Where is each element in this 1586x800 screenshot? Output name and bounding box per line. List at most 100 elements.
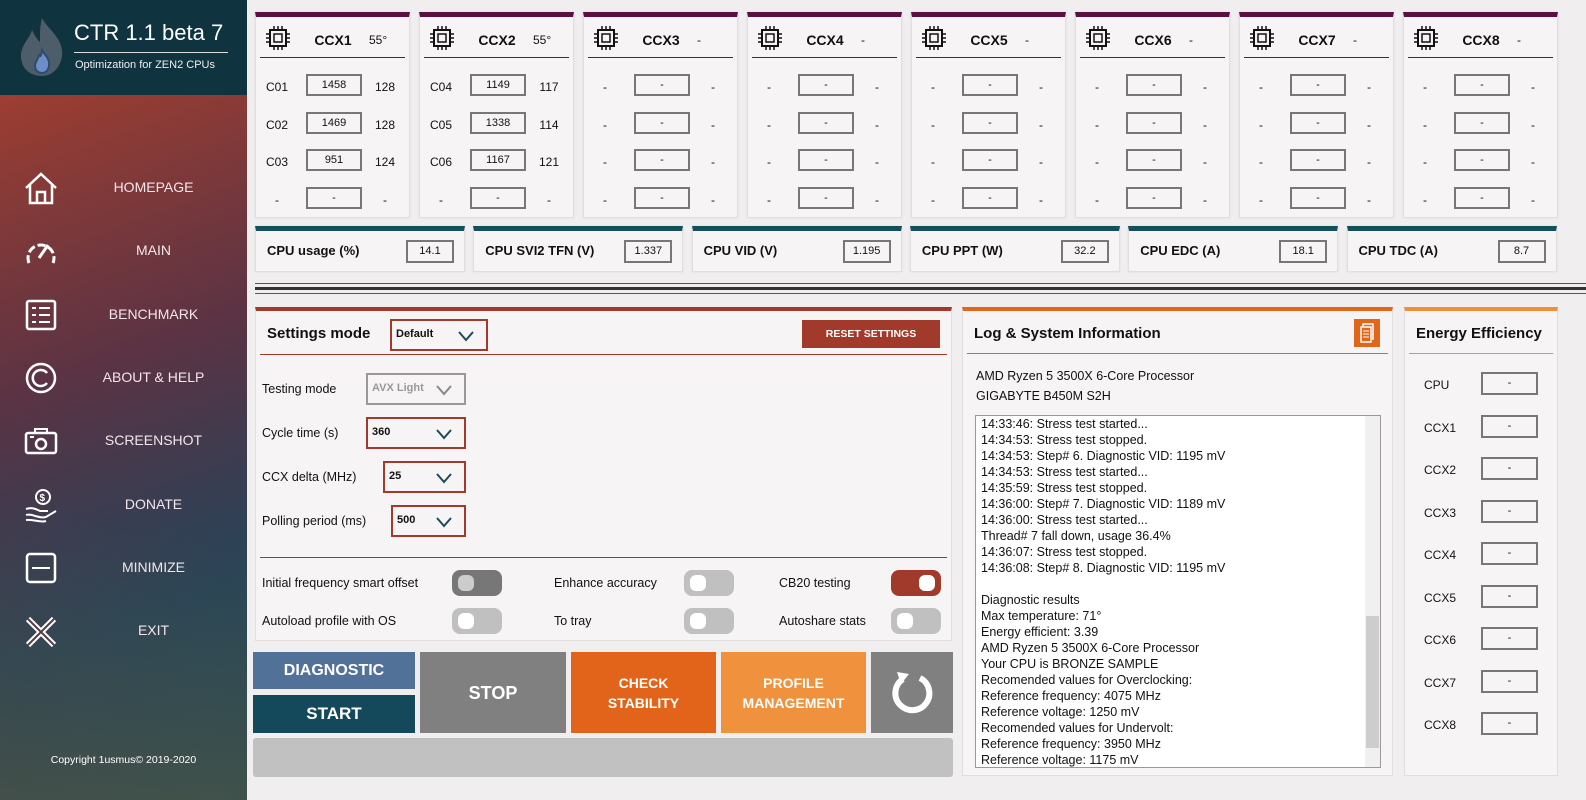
core-frequency-field[interactable]: 1167	[470, 149, 526, 171]
core-frequency-field[interactable]: -	[1454, 149, 1510, 171]
sidebar-item-screenshot[interactable]: SCREENSHOT	[0, 415, 247, 465]
energy-label: CCX1	[1424, 420, 1457, 435]
core-frequency-field[interactable]: -	[1126, 111, 1182, 134]
core-value: -	[875, 80, 879, 94]
divider	[967, 353, 1388, 354]
ccx-temperature: -	[697, 33, 701, 47]
core-frequency-field[interactable]: -	[1454, 186, 1510, 209]
core-frequency-field[interactable]: -	[1126, 186, 1182, 209]
sidebar-item-homepage[interactable]: HOMEPAGE	[0, 162, 247, 212]
diagnostic-button[interactable]: DIAGNOSTIC	[253, 652, 415, 689]
start-button[interactable]: START	[253, 695, 415, 733]
log-scrollbar[interactable]	[1365, 416, 1380, 767]
app-subtitle: Optimization for ZEN2 CPUs	[75, 59, 215, 71]
core-frequency-field[interactable]: -	[1290, 149, 1346, 171]
toggle-switch[interactable]	[452, 570, 502, 596]
sidebar-item-main[interactable]: MAIN	[0, 225, 247, 275]
core-value: -	[1039, 192, 1043, 207]
check-stability-button[interactable]: CHECK STABILITY	[571, 652, 716, 733]
core-row: ---	[1240, 149, 1395, 173]
core-value: -	[875, 192, 879, 207]
core-frequency-field[interactable]: -	[962, 111, 1018, 134]
core-value: -	[1203, 80, 1207, 94]
core-value: -	[1531, 80, 1535, 94]
core-frequency-field[interactable]: -	[1454, 111, 1510, 134]
sidebar-item-exit[interactable]: EXIT	[0, 605, 247, 655]
toggle-switch[interactable]	[891, 570, 941, 596]
log-line: 14:33:46: Stress test started...	[981, 417, 1148, 431]
core-frequency-field[interactable]: 1458	[306, 74, 362, 96]
ccx-card: CCX1 55° C01 1458 128 C02 1469 128 C03 951 124 - - -	[255, 12, 410, 218]
core-label: -	[1095, 155, 1099, 169]
core-frequency-field[interactable]: -	[962, 149, 1018, 171]
core-frequency-field[interactable]: -	[798, 149, 854, 171]
core-frequency-field[interactable]: -	[1126, 74, 1182, 96]
settings-mode-dropdown[interactable]: Default	[390, 319, 488, 351]
flame-logo-icon	[20, 18, 63, 76]
core-row: ---	[748, 186, 903, 211]
core-frequency-field[interactable]: -	[1126, 149, 1182, 171]
core-frequency-field[interactable]: -	[798, 111, 854, 134]
core-frequency-field[interactable]: 951	[306, 149, 362, 171]
core-frequency-field[interactable]: -	[1290, 74, 1346, 96]
core-row: ---	[584, 111, 739, 136]
energy-label: CCX6	[1424, 633, 1457, 647]
profile-management-button[interactable]: PROFILE MANAGEMENT	[721, 652, 866, 733]
sidebar-item-benchmark[interactable]: BENCHMARK	[0, 289, 247, 339]
ccx-name: CCX6	[1134, 32, 1172, 48]
sidebar-item-donate[interactable]: $ DONATE	[0, 479, 247, 529]
core-frequency-field[interactable]: -	[306, 186, 362, 209]
copy-log-button[interactable]	[1354, 319, 1380, 347]
core-frequency-field[interactable]: -	[634, 186, 690, 209]
scrollbar-thumb[interactable]	[1366, 616, 1379, 748]
core-value: -	[1203, 155, 1207, 169]
field-dropdown[interactable]: 25	[383, 461, 466, 493]
core-row: ---	[256, 186, 411, 211]
core-frequency-field[interactable]: -	[962, 74, 1018, 96]
core-frequency-field[interactable]: 1149	[470, 74, 526, 96]
core-frequency-field[interactable]: -	[962, 186, 1018, 209]
field-value: 25	[389, 470, 402, 482]
log-line: Recomended values for Undervolt:	[981, 721, 1174, 735]
energy-row: CCX3 -	[1404, 499, 1558, 524]
stop-button[interactable]: STOP	[420, 652, 566, 733]
log-textbox[interactable]: 14:33:46: Stress test started... 14:34:53…	[975, 415, 1381, 768]
energy-value: -	[1481, 499, 1538, 523]
sidebar-item-about-help[interactable]: ABOUT & HELP	[0, 352, 247, 402]
core-frequency-field[interactable]: 1338	[470, 111, 526, 134]
core-frequency-field[interactable]: -	[1290, 111, 1346, 134]
toggle-switch[interactable]	[684, 570, 734, 596]
metric-card: CPU usage (%) 14.1	[255, 226, 465, 272]
core-frequency-field[interactable]: -	[798, 74, 854, 96]
core-frequency-field[interactable]: -	[634, 74, 690, 96]
core-frequency-field[interactable]: -	[634, 149, 690, 171]
energy-title: Energy Efficiency	[1416, 325, 1542, 342]
core-frequency-field[interactable]: -	[1290, 186, 1346, 209]
core-label: C05	[429, 117, 452, 132]
metric-label: CPU TDC (A)	[1358, 243, 1438, 258]
reset-settings-button[interactable]: RESET SETTINGS	[802, 320, 940, 348]
ccx-temperature: -	[1189, 33, 1193, 47]
refresh-button[interactable]	[871, 652, 953, 733]
core-frequency-field[interactable]: -	[798, 186, 854, 209]
sidebar-item-minimize[interactable]: MINIMIZE	[0, 542, 247, 592]
core-value: -	[383, 192, 387, 207]
log-line: Thread# 7 fall down, usage 36.4%	[981, 529, 1171, 543]
field-dropdown[interactable]: AVX Light	[366, 373, 466, 405]
divider	[1080, 57, 1225, 58]
core-frequency-field[interactable]: 1469	[306, 111, 362, 134]
field-dropdown[interactable]: 500	[391, 505, 466, 537]
core-frequency-field[interactable]: -	[634, 111, 690, 134]
core-frequency-field[interactable]: -	[1454, 74, 1510, 96]
core-label: -	[931, 192, 935, 207]
metric-value: 32.2	[1060, 240, 1109, 263]
field-dropdown[interactable]: 360	[366, 417, 466, 449]
toggle-switch[interactable]	[452, 608, 502, 634]
toggle-switch[interactable]	[684, 608, 734, 634]
core-frequency-field[interactable]: -	[470, 186, 526, 209]
ccx-card: CCX5 - - - - - - - - - - - - -	[911, 12, 1066, 218]
core-label: -	[1259, 192, 1263, 207]
core-row: ---	[1240, 111, 1395, 136]
toggle-switch[interactable]	[891, 608, 941, 634]
chevron-down-icon	[436, 385, 452, 396]
